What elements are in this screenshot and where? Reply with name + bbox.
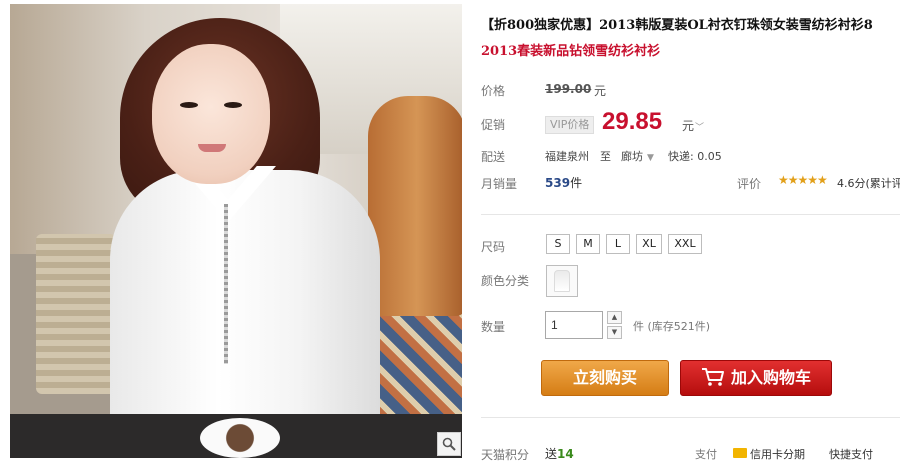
add-to-cart-label: 加入购物车 (730, 368, 811, 387)
section-divider (481, 417, 900, 418)
credit-card-installment-link[interactable]: 信用卡分期 (750, 446, 805, 462)
sales-count: 539 (545, 176, 571, 190)
chevron-down-icon: ▼ (647, 153, 654, 163)
chevron-down-icon: ﹀ (695, 123, 705, 133)
shopping-cart-icon (701, 368, 724, 386)
color-label: 颜色分类 (481, 274, 530, 288)
rating-score-link[interactable]: 4.6分(累计评 (837, 175, 900, 191)
model-mouth (198, 144, 226, 152)
magnifier-icon (442, 437, 456, 451)
points-prefix: 送 (545, 447, 558, 461)
product-title: 【折800独家优惠】2013韩版夏装OL衬衣钉珠领女装雪纺衫衬衫8 (481, 18, 873, 33)
points-number: 14 (557, 447, 574, 461)
photo-stool (36, 234, 116, 394)
ship-city-selector[interactable]: 廊坊 ▼ (621, 148, 654, 164)
promo-price-unit: 元 (682, 119, 695, 133)
photo-chair (368, 96, 462, 316)
size-option-l[interactable]: L (606, 234, 630, 254)
quantity-input[interactable] (545, 311, 603, 339)
ship-city: 廊坊 (621, 150, 643, 163)
sales-label: 月销量 (481, 177, 518, 191)
quantity-label: 数量 (481, 320, 506, 334)
product-subtitle: 2013春装新品钻领雪纺衫衬衫 (481, 44, 661, 59)
quantity-decrement-button[interactable]: ▼ (607, 326, 622, 339)
monthly-sales: 539件 (545, 174, 582, 191)
caret-up-icon: ▲ (611, 313, 618, 321)
shirt-thumbnail-icon (554, 270, 570, 292)
stock-info: 件 (库存521件) (633, 320, 711, 333)
ship-to-word: 至 (600, 150, 611, 163)
caret-down-icon: ▼ (611, 328, 618, 336)
shipping-label: 配送 (481, 150, 506, 164)
ship-from: 福建泉州 (545, 150, 589, 163)
quick-pay-link[interactable]: 快捷支付 (829, 446, 873, 462)
color-swatch-white[interactable] (546, 265, 578, 297)
product-main-image[interactable] (10, 4, 462, 458)
size-option-s[interactable]: S (546, 234, 570, 254)
points-value: 送14 (545, 445, 574, 462)
section-divider (481, 214, 900, 215)
model-eye-right (224, 102, 242, 108)
points-label: 天猫积分 (481, 448, 530, 462)
buy-now-label: 立刻购买 (572, 368, 637, 387)
zoom-button[interactable] (437, 432, 461, 456)
quantity-increment-button[interactable]: ▲ (607, 311, 622, 324)
model-eye-left (180, 102, 198, 108)
size-option-m[interactable]: M (576, 234, 600, 254)
promo-price: 29.85 (602, 108, 663, 135)
price-label: 价格 (481, 84, 506, 98)
model-necklace (224, 204, 228, 364)
sales-unit: 件 (570, 176, 583, 190)
model-face (152, 44, 270, 184)
shipping-fee: 快递: 0.05 (668, 150, 722, 163)
size-option-xxl[interactable]: XXL (668, 234, 702, 254)
add-to-cart-button[interactable]: 加入购物车 (680, 360, 832, 396)
vip-price-tag: VIP价格 (545, 116, 595, 134)
size-label: 尺码 (481, 240, 506, 254)
buy-now-button[interactable]: 立刻购买 (541, 360, 669, 396)
promo-label: 促销 (481, 118, 506, 132)
original-price: 199.00 (545, 82, 592, 96)
payment-label: 支付 (695, 448, 717, 461)
size-option-xl[interactable]: XL (636, 234, 662, 254)
currency-dropdown[interactable]: 元﹀ (682, 117, 704, 134)
rating-label: 评价 (737, 177, 762, 191)
original-price-unit: 元 (594, 84, 607, 98)
star-rating-icon: ★★★★★ (778, 173, 828, 187)
credit-card-icon (733, 448, 747, 458)
photo-coffee-cup (200, 418, 280, 458)
